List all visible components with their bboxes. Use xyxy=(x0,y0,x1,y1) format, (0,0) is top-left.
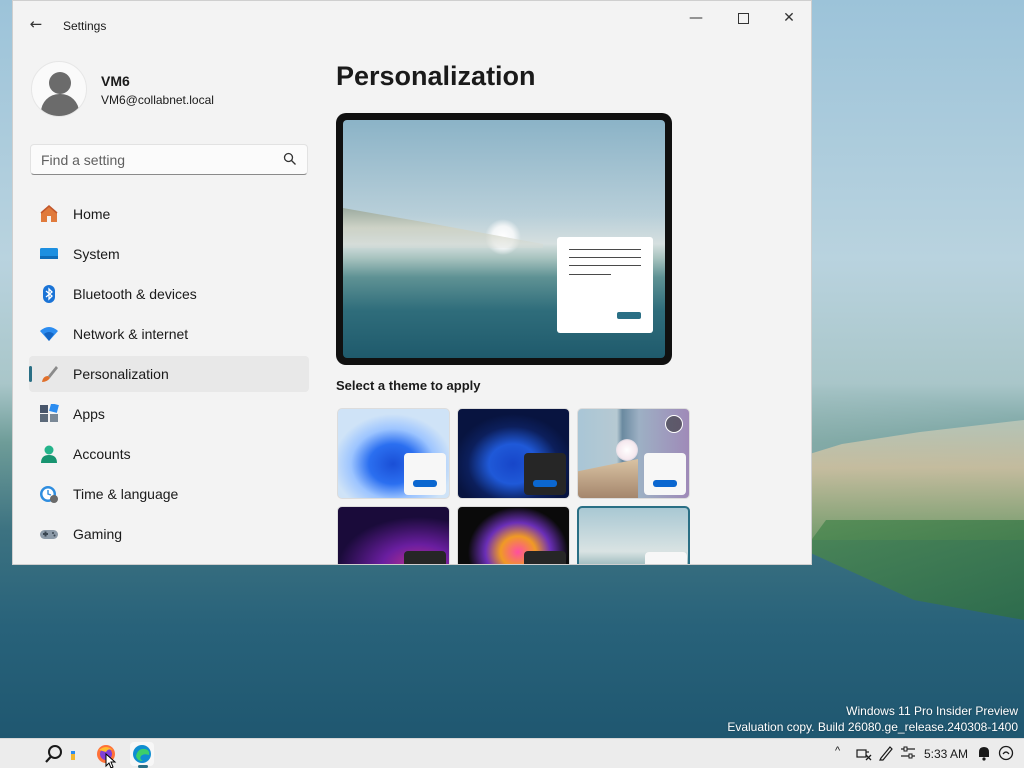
app-title: Settings xyxy=(63,19,107,33)
sidebar-item-label: System xyxy=(73,246,120,262)
sidebar-item-label: Apps xyxy=(73,406,105,422)
theme-windows-dark[interactable] xyxy=(457,408,570,499)
search-box[interactable] xyxy=(30,144,308,175)
time-language-icon xyxy=(40,486,58,503)
preview-wallpaper xyxy=(343,120,665,358)
preview-line xyxy=(569,257,641,258)
sidebar-item-label: Bluetooth & devices xyxy=(73,286,197,302)
search-icon[interactable] xyxy=(283,152,297,166)
title-bar: ← Settings — ✕ xyxy=(13,1,811,41)
sidebar-item-personalization[interactable]: Personalization xyxy=(29,356,309,392)
mouse-cursor-icon xyxy=(105,753,117,768)
preview-window xyxy=(557,237,653,333)
tray-overflow-chevron[interactable]: ^ xyxy=(835,745,840,757)
theme-captured-motion[interactable] xyxy=(457,506,570,564)
sidebar-item-home[interactable]: Home xyxy=(29,196,309,232)
clock[interactable]: 5:33 AM xyxy=(924,747,968,761)
search-input[interactable] xyxy=(31,145,271,174)
theme-mini-window xyxy=(404,551,446,564)
minimize-button[interactable]: — xyxy=(673,7,719,29)
theme-glow[interactable] xyxy=(337,506,450,564)
theme-flow[interactable] xyxy=(577,506,690,564)
sidebar-item-bluetooth[interactable]: Bluetooth & devices xyxy=(29,276,309,312)
watermark-line-1: Windows 11 Pro Insider Preview xyxy=(846,704,1018,718)
file-explorer-icon[interactable] xyxy=(66,742,80,766)
page-title: Personalization xyxy=(336,61,536,91)
theme-mini-window xyxy=(404,453,446,495)
theme-mini-window xyxy=(524,453,566,495)
user-email: VM6@collabnet.local xyxy=(101,93,214,107)
copilot-icon[interactable] xyxy=(998,745,1014,761)
sliders-icon[interactable] xyxy=(900,745,916,761)
brush-icon xyxy=(42,366,58,382)
sidebar-item-label: Home xyxy=(73,206,111,222)
apps-icon xyxy=(40,404,59,422)
sidebar-item-label: Network & internet xyxy=(73,326,189,342)
theme-mini-window xyxy=(644,453,686,495)
avatar-body xyxy=(41,94,79,116)
theme-windows-spotlight[interactable] xyxy=(577,408,690,499)
sidebar-item-network[interactable]: Network & internet xyxy=(29,316,309,352)
notification-bell-icon[interactable] xyxy=(976,745,992,761)
accounts-icon xyxy=(41,445,57,463)
home-icon xyxy=(40,205,58,222)
edge-icon[interactable] xyxy=(130,742,154,766)
theme-mini-button xyxy=(413,480,437,487)
sidebar-item-apps[interactable]: Apps xyxy=(29,396,309,432)
spotlight-flower xyxy=(616,439,638,461)
preview-line xyxy=(569,265,641,266)
search-icon[interactable] xyxy=(42,742,66,766)
bluetooth-icon xyxy=(43,285,55,303)
sidebar-item-gaming[interactable]: Gaming xyxy=(29,516,309,552)
sidebar-item-accounts[interactable]: Accounts xyxy=(29,436,309,472)
sidebar-item-label: Accounts xyxy=(73,446,131,462)
wallpaper-grass xyxy=(804,520,1024,620)
preview-line xyxy=(569,249,641,250)
preview-button xyxy=(617,312,641,319)
sidebar-item-label: Gaming xyxy=(73,526,123,542)
spotlight-shore xyxy=(578,459,638,498)
theme-preview xyxy=(336,113,672,365)
sidebar-nav: Home System Bluetooth & devices Network … xyxy=(29,196,309,556)
settings-window: ← Settings — ✕ VM6 VM6@collabnet.local H… xyxy=(12,0,812,565)
gaming-icon xyxy=(40,530,58,539)
theme-mini-window xyxy=(645,552,687,564)
user-name: VM6 xyxy=(101,73,130,89)
watermark-line-2: Evaluation copy. Build 26080.ge_release.… xyxy=(727,720,1018,734)
network-icon xyxy=(40,327,58,341)
taskbar: ^ 5:33 AM xyxy=(0,738,1024,768)
evaluation-watermark: Windows 11 Pro Insider Preview Evaluatio… xyxy=(727,703,1018,735)
maximize-button[interactable] xyxy=(720,7,766,29)
theme-mini-button xyxy=(533,480,557,487)
sidebar-item-label: Personalization xyxy=(73,366,169,382)
close-button[interactable]: ✕ xyxy=(766,7,811,29)
sidebar-item-time-language[interactable]: Time & language xyxy=(29,476,309,512)
selection-indicator xyxy=(29,366,32,382)
pen-icon[interactable] xyxy=(878,745,894,761)
preview-line xyxy=(569,274,611,275)
spotlight-badge-icon xyxy=(665,415,683,433)
user-profile[interactable]: VM6 VM6@collabnet.local xyxy=(31,59,311,119)
sidebar-item-label: Time & language xyxy=(73,486,179,502)
theme-mini-window xyxy=(524,551,566,564)
theme-windows-light[interactable] xyxy=(337,408,450,499)
avatar-head xyxy=(49,72,71,94)
avatar xyxy=(31,61,87,117)
network-status-icon[interactable] xyxy=(856,745,872,761)
back-button[interactable]: ← xyxy=(25,13,47,35)
system-icon xyxy=(40,248,58,259)
maximize-icon xyxy=(737,12,749,24)
sidebar-item-system[interactable]: System xyxy=(29,236,309,272)
theme-mini-button xyxy=(653,480,677,487)
themes-label: Select a theme to apply xyxy=(336,378,481,393)
preview-shore xyxy=(343,208,543,248)
